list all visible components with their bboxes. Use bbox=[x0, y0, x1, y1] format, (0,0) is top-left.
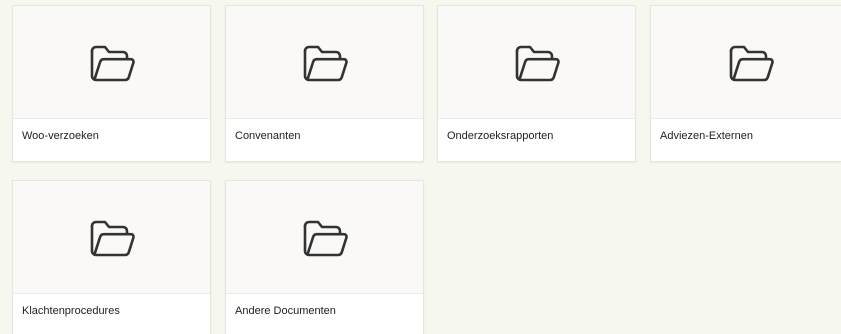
folder-card-klachtenprocedures[interactable]: Klachtenprocedures bbox=[12, 180, 211, 334]
folder-thumbnail bbox=[226, 181, 423, 294]
folder-label: Klachtenprocedures bbox=[22, 305, 120, 317]
folder-card-adviezen-externen[interactable]: Adviezen-Externen bbox=[650, 5, 841, 162]
folder-label: Onderzoeksrapporten bbox=[447, 130, 554, 142]
folder-thumbnail bbox=[438, 6, 635, 119]
folder-thumbnail bbox=[651, 6, 841, 119]
folder-icon bbox=[303, 220, 348, 257]
folder-icon bbox=[90, 45, 135, 82]
folder-label: Convenanten bbox=[235, 130, 301, 142]
folder-card-andere-documenten[interactable]: Andere Documenten bbox=[225, 180, 424, 334]
folder-card-convenanten[interactable]: Convenanten bbox=[225, 5, 424, 162]
folder-label: Andere Documenten bbox=[235, 305, 336, 317]
folder-icon bbox=[515, 45, 560, 82]
folder-label: Adviezen-Externen bbox=[660, 130, 753, 142]
folder-thumbnail bbox=[226, 6, 423, 119]
folder-thumbnail bbox=[13, 181, 210, 294]
folder-card-onderzoeksrapporten[interactable]: Onderzoeksrapporten bbox=[437, 5, 636, 162]
folder-thumbnail bbox=[13, 6, 210, 119]
folder-icon bbox=[303, 45, 348, 82]
folder-card-woo-verzoeken[interactable]: Woo-verzoeken bbox=[12, 5, 211, 162]
folder-icon bbox=[90, 220, 135, 257]
folder-grid: Woo-verzoeken Convenanten Onderzoeksrapp… bbox=[0, 0, 841, 334]
folder-label: Woo-verzoeken bbox=[22, 130, 99, 142]
folder-icon bbox=[729, 45, 774, 82]
